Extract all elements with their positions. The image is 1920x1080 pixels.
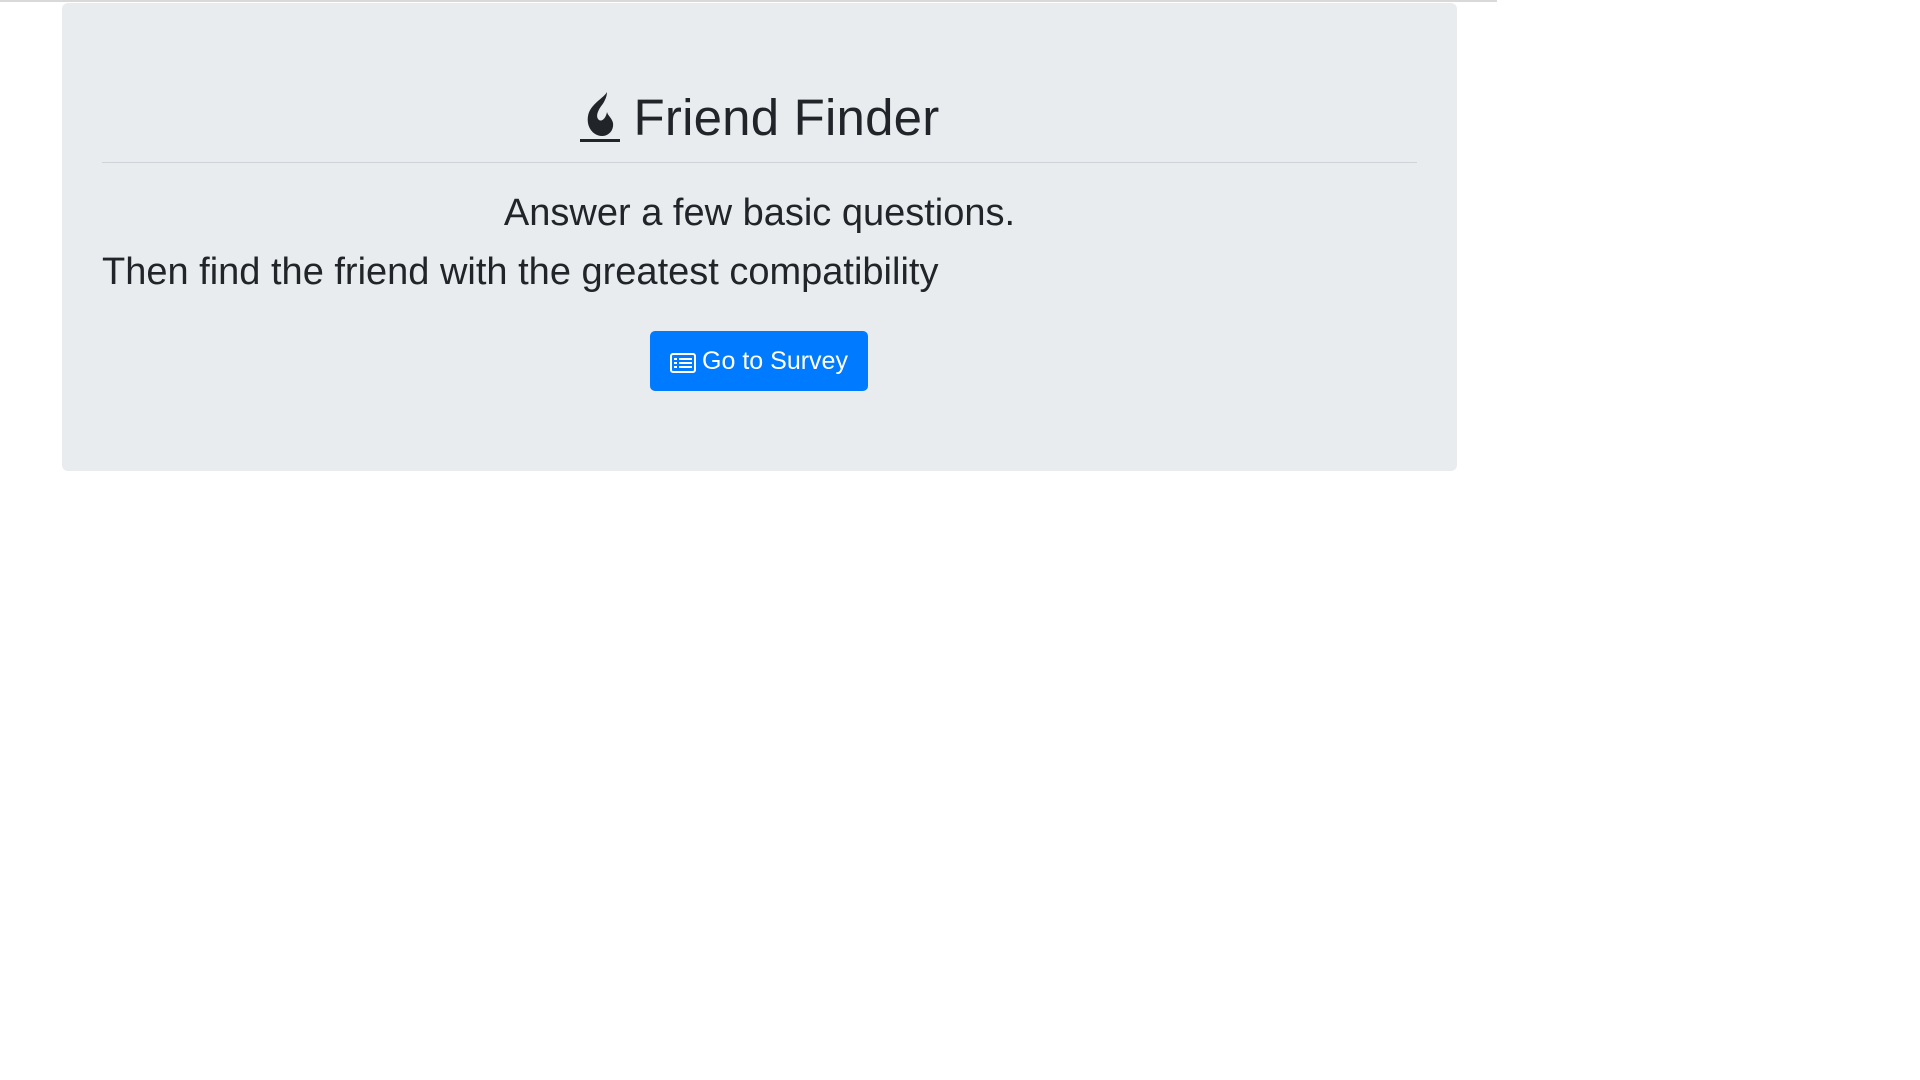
go-to-survey-label: Go to Survey (702, 346, 848, 375)
page-title-text: Friend Finder (633, 88, 940, 146)
top-border (0, 0, 1497, 2)
lead-text-line-1: Answer a few basic questions. (503, 192, 1016, 234)
jumbotron: Friend Finder Answer a few basic questio… (62, 3, 1457, 471)
list-alt-icon (670, 351, 697, 373)
lead-text-line-2: Then find the friend with the greatest c… (102, 251, 939, 293)
page-title: Friend Finder (62, 83, 1457, 151)
go-to-survey-button[interactable]: Go to Survey (650, 331, 868, 391)
fire-icon (579, 90, 620, 144)
divider (102, 162, 1417, 163)
